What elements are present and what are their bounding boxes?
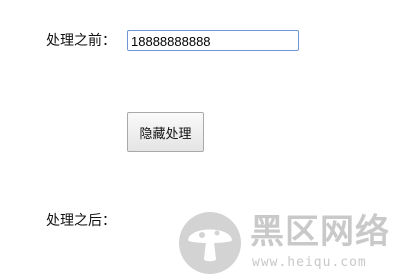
watermark-site-url: www.heiqu.com	[252, 255, 367, 270]
watermark: 黑区网络 www.heiqu.com	[178, 210, 408, 278]
hide-button[interactable]: 隐藏处理	[127, 112, 204, 152]
after-label: 处理之后：	[46, 213, 116, 229]
watermark-site-name: 黑区网络	[250, 212, 390, 252]
mushroom-logo-icon	[179, 212, 241, 274]
before-label: 处理之前：	[46, 33, 116, 49]
phone-input[interactable]	[127, 30, 299, 51]
